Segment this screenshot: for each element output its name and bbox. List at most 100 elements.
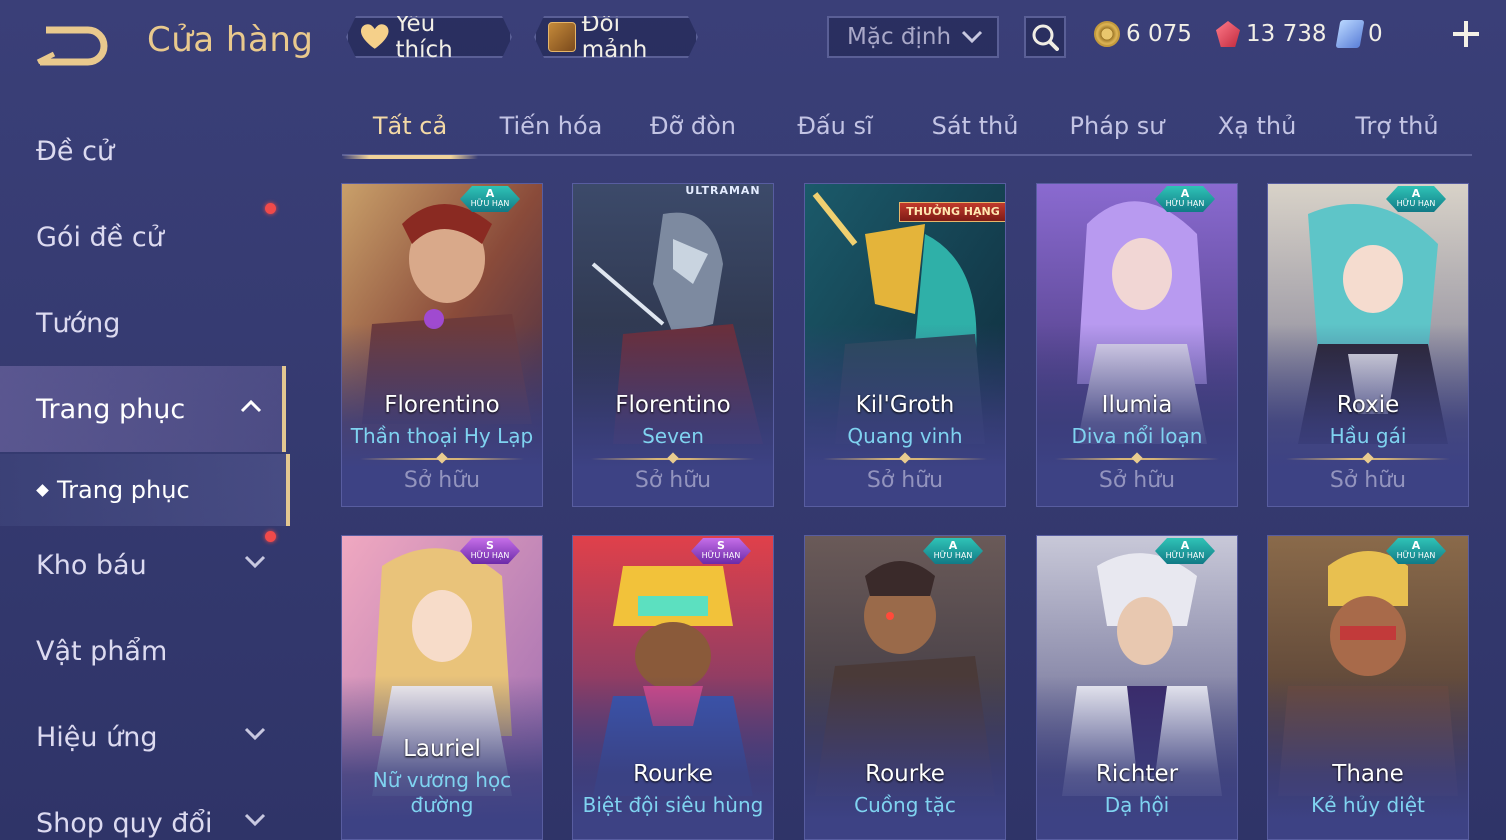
tier-badge: A HỮU HẠN: [923, 538, 983, 564]
skin-card[interactable]: A HỮU HẠN Thane Kẻ hủy diệt: [1267, 535, 1469, 840]
skin-card[interactable]: A HỮU HẠN Florentino Thần thoại Hy Lạp Sở…: [341, 183, 543, 507]
tab-fighter[interactable]: Đấu sĩ: [768, 112, 902, 156]
sidebar: Đề cử Gói đề cử Tướng Trang phục Trang p…: [0, 100, 290, 840]
tier-badge: A HỮU HẠN: [1155, 538, 1215, 564]
hero-name: Ilumia: [1101, 392, 1173, 418]
skin-card[interactable]: S HỮU HẠN Lauriel Nữ vương học đường: [341, 535, 543, 840]
skin-card[interactable]: S HỮU HẠN Rourke Biệt đội siêu hùng: [572, 535, 774, 840]
voucher-amount: 0: [1368, 21, 1383, 47]
sidebar-item-label: Tướng: [36, 307, 121, 339]
hero-name: Lauriel: [403, 736, 481, 762]
search-icon: [1032, 24, 1059, 51]
owned-status: Sở hữu: [403, 468, 481, 493]
sidebar-subitem-skins[interactable]: Trang phục: [0, 454, 290, 526]
sidebar-item-recommended[interactable]: Đề cử: [0, 108, 286, 194]
chevron-down-icon: [244, 727, 266, 741]
tab-evolution[interactable]: Tiến hóa: [484, 112, 618, 156]
tab-all[interactable]: Tất cả: [342, 112, 478, 159]
sidebar-item-recommended-bundles[interactable]: Gói đề cử: [0, 194, 286, 280]
tier-badge: A HỮU HẠN: [1386, 538, 1446, 564]
skin-card[interactable]: A HỮU HẠN Rourke Cuồng tặc: [804, 535, 1006, 840]
hero-name: Kil'Groth: [855, 392, 955, 418]
rank-ribbon: THƯỞNG HẠNG: [899, 202, 1005, 222]
tier-badge: S HỮU HẠN: [460, 538, 520, 564]
skin-name-line2: đường: [410, 793, 474, 817]
sidebar-item-label: Gói đề cử: [36, 221, 164, 253]
hero-name: Florentino: [384, 392, 500, 418]
gold-amount: 6 075: [1126, 21, 1192, 47]
ruby-amount: 13 738: [1246, 21, 1327, 47]
skin-card[interactable]: A HỮU HẠN Ilumia Diva nổi loạn Sở hữu: [1036, 183, 1238, 507]
chevron-down-icon: [244, 555, 266, 569]
chevron-down-icon: [244, 813, 266, 827]
hero-name: Roxie: [1336, 392, 1400, 418]
tab-mage[interactable]: Pháp sư: [1050, 112, 1184, 156]
gold-coin-icon: [1094, 21, 1120, 47]
sort-dropdown[interactable]: Mặc định: [827, 16, 999, 58]
brand-tag: ULTRAMAN: [685, 184, 761, 197]
sidebar-item-items[interactable]: Vật phẩm: [0, 608, 286, 694]
hero-name: Rourke: [865, 761, 945, 787]
chest-icon: [548, 22, 576, 52]
gold-balance: 6 075: [1094, 16, 1192, 52]
voucher-balance: 0: [1335, 16, 1383, 52]
sidebar-item-label: Vật phẩm: [36, 635, 168, 667]
favorites-button[interactable]: Yêu thích: [346, 16, 512, 58]
sidebar-item-effects[interactable]: Hiệu ứng: [0, 694, 286, 780]
sidebar-item-exchange-shop[interactable]: Shop quy đổi: [0, 780, 286, 840]
hero-name: Florentino: [615, 392, 731, 418]
category-tabs: Tất cả Tiến hóa Đỡ đòn Đấu sĩ Sát thủ Ph…: [342, 100, 1472, 159]
chevron-down-icon: [961, 30, 983, 44]
tier-badge: A HỮU HẠN: [460, 186, 520, 212]
sidebar-item-label: Trang phục: [36, 393, 186, 425]
chevron-up-icon: [240, 399, 262, 413]
owned-status: Sở hữu: [634, 468, 712, 493]
page-title: Cửa hàng: [147, 20, 314, 60]
skin-name: Dạ hội: [1104, 793, 1170, 817]
ruby-icon: [1216, 21, 1240, 47]
skin-card[interactable]: ULTRAMAN Florentino Seven Sở hữu: [572, 183, 774, 507]
skin-card[interactable]: A HỮU HẠN Roxie Hầu gái Sở hữu: [1267, 183, 1469, 507]
sidebar-item-treasure[interactable]: Kho báu: [0, 522, 286, 608]
owned-status: Sở hữu: [1329, 468, 1407, 493]
shard-exchange-label: Đổi mảnh: [581, 11, 648, 63]
notification-dot: [265, 531, 276, 542]
favorites-label: Yêu thích: [395, 11, 453, 63]
sidebar-item-label: Kho báu: [36, 549, 147, 581]
tab-support[interactable]: Trợ thủ: [1330, 112, 1464, 156]
tier-badge: S HỮU HẠN: [691, 538, 751, 564]
sidebar-item-heroes[interactable]: Tướng: [0, 280, 286, 366]
sidebar-item-label: Đề cử: [36, 135, 115, 167]
sort-value: Mặc định: [847, 24, 952, 50]
sidebar-item-label: Hiệu ứng: [36, 721, 158, 753]
hero-name: Richter: [1095, 761, 1179, 787]
skin-name: Seven: [642, 424, 704, 448]
hero-name: Thane: [1332, 761, 1404, 787]
skin-name: Kẻ hủy diệt: [1311, 793, 1425, 817]
back-arrow-icon[interactable]: [36, 18, 116, 66]
skin-name: Quang vinh: [847, 424, 963, 448]
skin-card[interactable]: THƯỞNG HẠNG Kil'Groth Quang vinh Sở hữu: [804, 183, 1006, 507]
voucher-icon: [1335, 20, 1365, 48]
sidebar-subitem-label: Trang phục: [57, 476, 190, 504]
owned-status: Sở hữu: [866, 468, 944, 493]
ruby-balance: 13 738: [1216, 16, 1326, 52]
tab-tank[interactable]: Đỡ đòn: [626, 112, 760, 156]
hero-name: Rourke: [633, 761, 713, 787]
tier-badge: A HỮU HẠN: [1155, 186, 1215, 212]
skin-name: Diva nổi loạn: [1071, 424, 1203, 448]
add-currency-icon[interactable]: [1450, 18, 1482, 50]
sidebar-item-skins[interactable]: Trang phục: [0, 366, 286, 452]
skin-card[interactable]: A HỮU HẠN Richter Dạ hội: [1036, 535, 1238, 840]
owned-status: Sở hữu: [1098, 468, 1176, 493]
shard-exchange-button[interactable]: Đổi mảnh: [534, 16, 698, 58]
skin-name: Cuồng tặc: [854, 793, 956, 817]
search-button[interactable]: [1024, 16, 1066, 58]
skin-name: Thần thoại Hy Lạp: [350, 424, 534, 448]
diamond-bullet-icon: [36, 483, 49, 497]
top-bar: Cửa hàng Yêu thích Đổi mảnh Mặc định 6 0…: [0, 0, 1506, 82]
tier-badge: A HỮU HẠN: [1386, 186, 1446, 212]
tab-marksman[interactable]: Xạ thủ: [1190, 112, 1324, 156]
tab-assassin[interactable]: Sát thủ: [908, 112, 1042, 156]
heart-icon: [360, 23, 390, 51]
